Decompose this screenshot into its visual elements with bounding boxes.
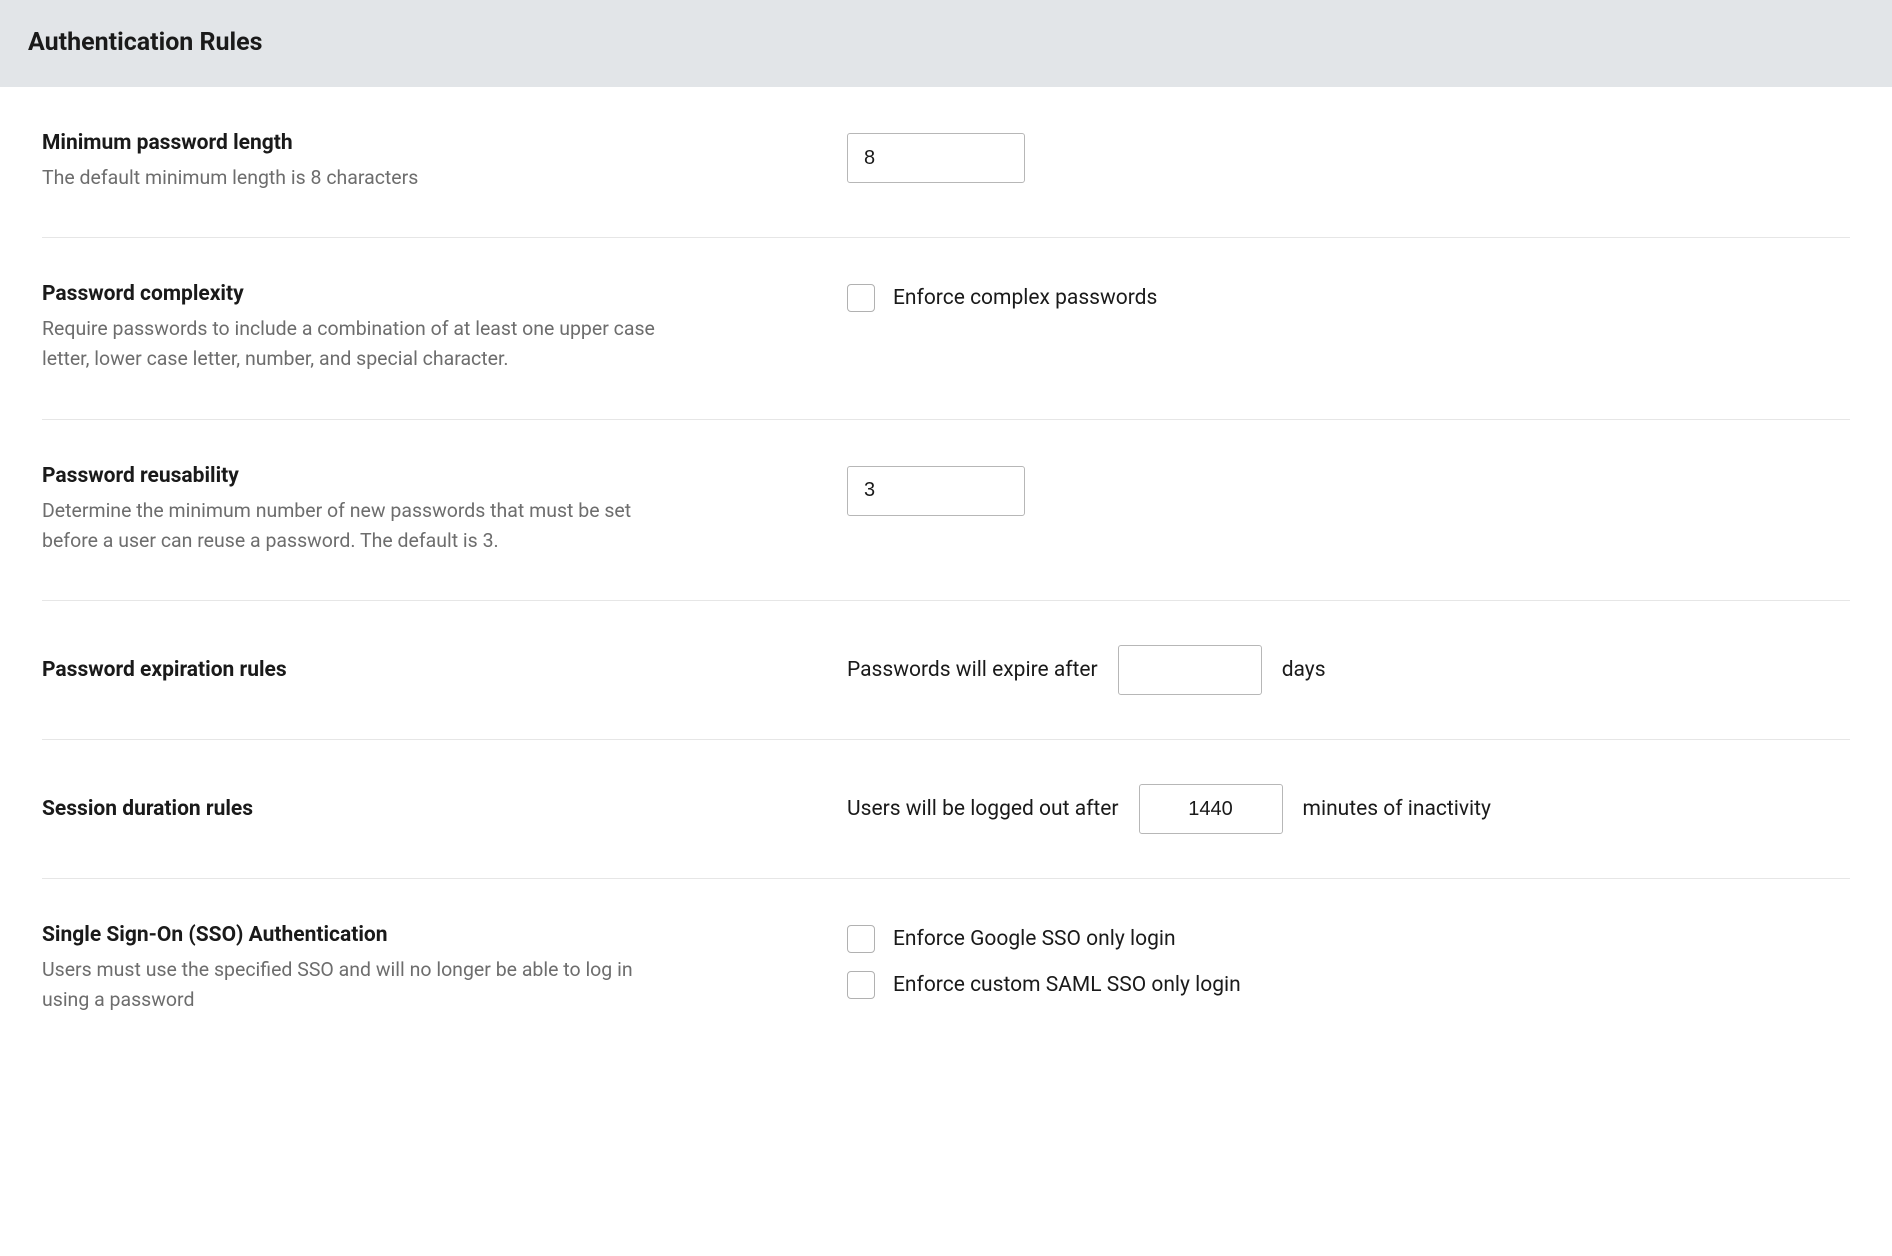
row-min-password-length: Minimum password length The default mini…	[42, 87, 1850, 238]
password-expire-control: Passwords will expire after days	[847, 645, 1850, 695]
field-info: Password complexity Require passwords to…	[42, 282, 847, 374]
expire-suffix-text: days	[1282, 658, 1326, 682]
field-info: Single Sign-On (SSO) Authentication User…	[42, 923, 847, 1015]
session-suffix-text: minutes of inactivity	[1303, 797, 1491, 821]
settings-form: Minimum password length The default mini…	[0, 87, 1892, 1060]
enforce-saml-sso-checkbox[interactable]	[847, 971, 875, 999]
field-info: Password reusability Determine the minim…	[42, 464, 847, 556]
checkbox-label: Enforce complex passwords	[893, 286, 1157, 310]
field-desc: Determine the minimum number of new pass…	[42, 496, 682, 556]
field-desc: Users must use the specified SSO and wil…	[42, 955, 682, 1015]
field-control: Users will be logged out after minutes o…	[847, 784, 1850, 834]
row-password-reusability: Password reusability Determine the minim…	[42, 420, 1850, 601]
enforce-complex-passwords-checkbox[interactable]	[847, 284, 875, 312]
field-info: Minimum password length The default mini…	[42, 131, 847, 193]
field-title: Password expiration rules	[42, 658, 747, 682]
row-password-complexity: Password complexity Require passwords to…	[42, 238, 1850, 419]
checkbox-label: Enforce custom SAML SSO only login	[893, 973, 1241, 997]
enforce-saml-sso-option[interactable]: Enforce custom SAML SSO only login	[847, 971, 1850, 999]
session-duration-input[interactable]	[1139, 784, 1283, 834]
field-title: Password complexity	[42, 282, 747, 306]
field-info: Password expiration rules	[42, 658, 847, 682]
enforce-google-sso-option[interactable]: Enforce Google SSO only login	[847, 925, 1850, 953]
page-header: Authentication Rules	[0, 0, 1892, 87]
field-desc: Require passwords to include a combinati…	[42, 314, 682, 374]
field-info: Session duration rules	[42, 797, 847, 821]
field-title: Password reusability	[42, 464, 747, 488]
password-reuse-input[interactable]	[847, 466, 1025, 516]
field-control: Enforce Google SSO only login Enforce cu…	[847, 923, 1850, 999]
field-title: Single Sign-On (SSO) Authentication	[42, 923, 747, 947]
session-duration-control: Users will be logged out after minutes o…	[847, 784, 1850, 834]
enforce-complex-passwords-option[interactable]: Enforce complex passwords	[847, 284, 1850, 312]
field-desc: The default minimum length is 8 characte…	[42, 163, 682, 193]
session-prefix-text: Users will be logged out after	[847, 797, 1119, 821]
field-control	[847, 131, 1850, 183]
field-control: Passwords will expire after days	[847, 645, 1850, 695]
min-password-length-input[interactable]	[847, 133, 1025, 183]
field-control	[847, 464, 1850, 516]
expire-prefix-text: Passwords will expire after	[847, 658, 1098, 682]
page-title: Authentication Rules	[28, 28, 1864, 57]
field-title: Minimum password length	[42, 131, 747, 155]
password-expire-days-input[interactable]	[1118, 645, 1262, 695]
row-password-expiration: Password expiration rules Passwords will…	[42, 601, 1850, 740]
field-control: Enforce complex passwords	[847, 282, 1850, 312]
enforce-google-sso-checkbox[interactable]	[847, 925, 875, 953]
field-title: Session duration rules	[42, 797, 747, 821]
checkbox-label: Enforce Google SSO only login	[893, 927, 1176, 951]
row-session-duration: Session duration rules Users will be log…	[42, 740, 1850, 879]
row-sso-authentication: Single Sign-On (SSO) Authentication User…	[42, 879, 1850, 1059]
